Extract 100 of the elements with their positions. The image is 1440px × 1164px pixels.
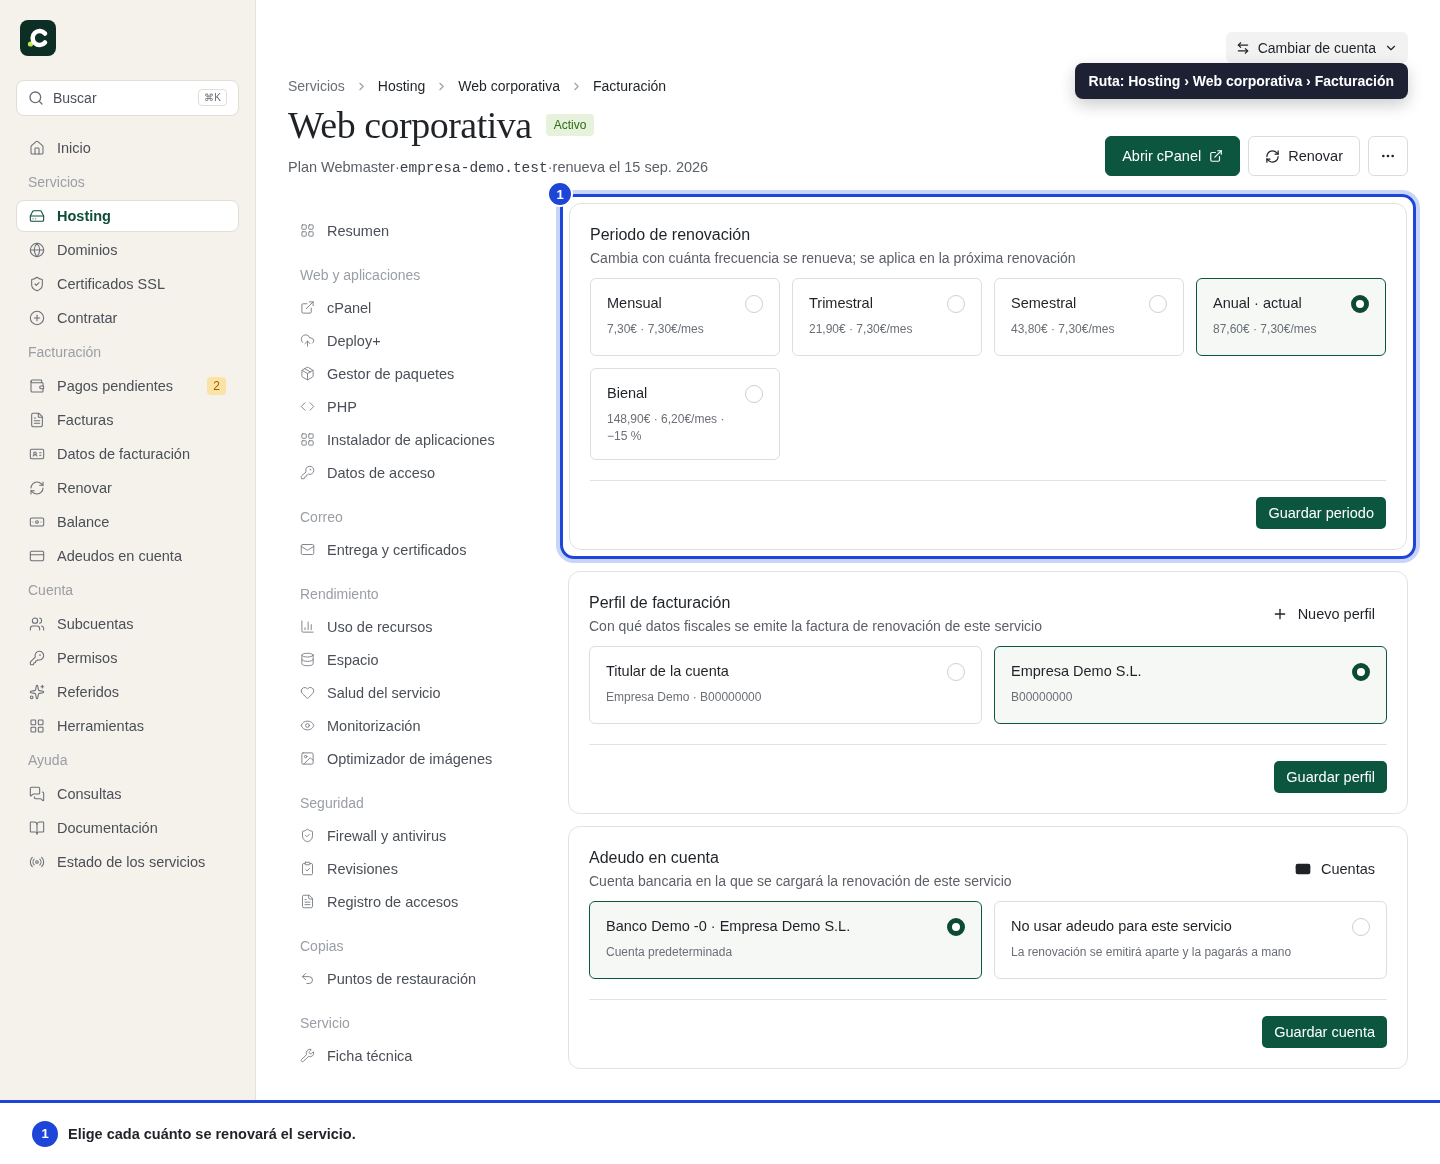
option-card[interactable]: Empresa Demo S.L. B00000000 <box>994 645 1387 724</box>
section-label: Servicio <box>299 1013 351 1033</box>
sidebar-item[interactable]: Pagos pendientes 2 <box>16 370 239 402</box>
save-button[interactable]: Guardar periodo <box>1256 496 1386 529</box>
refresh-icon <box>29 480 45 496</box>
tooltip: Ruta: Hosting › Web corporativa › Facturación <box>1074 63 1408 99</box>
sidebar-item[interactable]: Hosting <box>16 200 239 232</box>
new-profile-button[interactable]: Nuevo perfil <box>1259 601 1387 626</box>
subnav-link[interactable]: cPanel <box>288 291 552 324</box>
sidebar-item[interactable]: Consultas <box>16 778 239 810</box>
option-title: Bienal <box>607 385 649 401</box>
radio-button[interactable] <box>1351 295 1369 313</box>
item-label: Estado de los servicios <box>57 854 207 870</box>
option-card[interactable]: Mensual 7,30€ · 7,30€/mes <box>590 278 780 356</box>
breadcrumb-link[interactable]: Facturación <box>592 78 667 94</box>
save-button[interactable]: Guardar perfil <box>1274 760 1387 793</box>
section-label: Rendimiento <box>299 584 380 604</box>
more-button[interactable] <box>1368 136 1408 176</box>
option-title: Banco Demo ‑0 · Empresa Demo S.L. <box>606 917 851 934</box>
sidebar-item[interactable]: Certificados SSL <box>16 268 239 300</box>
external-link-icon <box>1209 149 1224 163</box>
sidebar-item[interactable]: Contratar <box>16 302 239 334</box>
sidebar-item[interactable]: Dominios <box>16 234 239 266</box>
book-icon <box>29 820 45 836</box>
subnav-link[interactable]: Uso de recursos <box>288 610 552 643</box>
option-card[interactable]: Banco Demo ‑0 · Empresa Demo S.L. Cuenta predeterminada <box>589 900 982 979</box>
sidebar-item[interactable]: Inicio <box>16 132 239 164</box>
option-detail: Empresa Demo · B00000000 <box>606 688 762 706</box>
option-card[interactable]: Trimestral 21,90€ · 7,30€/mes <box>792 278 982 356</box>
subnav-link[interactable]: Espacio <box>288 643 552 676</box>
grid-icon <box>29 718 45 734</box>
renew-button[interactable]: Renovar <box>1248 136 1360 176</box>
sidebar-item[interactable]: Balance <box>16 506 239 538</box>
item-label: Datos de facturación <box>57 446 191 462</box>
subnav-link[interactable]: Firewall y antivirus <box>288 819 552 852</box>
status-badge: Activo <box>545 114 595 136</box>
subnav-link[interactable]: Ficha técnica <box>288 1039 552 1072</box>
subnav-link[interactable]: PHP <box>288 390 552 423</box>
sidebar-item[interactable]: Herramientas <box>16 710 239 742</box>
option-card[interactable]: Semestral 43,80€ · 7,30€/mes <box>994 278 1184 356</box>
sidebar-item[interactable]: Datos de facturación <box>16 438 239 470</box>
subnav-link[interactable]: Registro de accesos <box>288 885 552 918</box>
card-icon <box>29 548 45 564</box>
code-icon <box>300 399 315 414</box>
mail-icon <box>300 542 315 557</box>
radio-button[interactable] <box>947 917 965 936</box>
sidebar-item[interactable]: Referidos <box>16 676 239 708</box>
sidebar-item[interactable]: Adeudos en cuenta <box>16 540 239 572</box>
item-label: Contratar <box>57 310 119 326</box>
subnav-link[interactable]: Resumen <box>288 214 552 247</box>
account-switch-button[interactable]: Cambiar de cuenta <box>1225 32 1408 63</box>
refresh-icon <box>1265 148 1281 164</box>
sidebar-item[interactable]: Estado de los servicios <box>16 846 239 878</box>
subnav-link[interactable]: Monitorización <box>288 709 552 742</box>
subnav-link[interactable]: Entrega y certificados <box>288 533 552 566</box>
breadcrumb-link[interactable]: Servicios <box>288 78 345 94</box>
breadcrumb-link[interactable]: Hosting <box>377 78 426 94</box>
subnav-link[interactable]: Salud del servicio <box>288 676 552 709</box>
section-label: Web y aplicaciones <box>299 265 422 285</box>
sidebar-item[interactable]: Documentación <box>16 812 239 844</box>
subnav-link[interactable]: Puntos de restauración <box>288 962 552 995</box>
subnav-link[interactable]: Revisiones <box>288 852 552 885</box>
item-label: Documentación <box>57 820 159 836</box>
option-card[interactable]: Bienal 148,90€ · 6,20€/mes · −15 % <box>590 368 780 460</box>
radio-button[interactable] <box>1352 662 1370 681</box>
subnav-link[interactable]: Gestor de paquetes <box>288 357 552 390</box>
subnav-link[interactable]: Instalador de aplicaciones <box>288 423 552 456</box>
wallet-icon <box>29 378 45 394</box>
grid-icon <box>300 223 315 238</box>
shield-icon <box>300 828 315 843</box>
service-summary: Plan Webmaster·empresa-demo.test·renueva el 15 sep. 2026 <box>288 159 709 176</box>
sidebar-item[interactable]: Facturas <box>16 404 239 436</box>
option-card[interactable]: Anual · actual 87,60€ · 7,30€/mes <box>1196 278 1386 356</box>
chart-icon <box>300 619 315 634</box>
subnav-link[interactable]: Deploy+ <box>288 324 552 357</box>
item-label: Hosting <box>57 208 112 224</box>
section-label: Copias <box>299 936 345 956</box>
save-button[interactable]: Guardar cuenta <box>1262 1015 1387 1048</box>
document-icon <box>300 894 315 909</box>
option-detail: B00000000 <box>1011 688 1074 706</box>
option-title: Mensual <box>607 295 663 311</box>
sidebar-item[interactable]: Subcuentas <box>16 608 239 640</box>
option-card[interactable]: No usar adeudo para este servicio La renovación se emitirá aparte y la pagarás a mano <box>994 900 1387 979</box>
home-icon <box>29 140 45 156</box>
option-detail: 148,90€ · 6,20€/mes · −15 % <box>607 411 726 445</box>
breadcrumb-link[interactable]: Web corporativa <box>458 78 560 94</box>
sidebar-item[interactable]: Renovar <box>16 472 239 504</box>
key-icon <box>29 650 45 666</box>
subnav-link[interactable]: Datos de acceso <box>288 456 552 489</box>
option-card[interactable]: Titular de la cuenta Empresa Demo · B00000000 <box>589 645 982 724</box>
option-detail: 87,60€ · 7,30€/mes <box>1213 321 1317 338</box>
accounts-button[interactable]: Cuentas <box>1283 856 1387 881</box>
open-cpanel-button[interactable]: Abrir cPanel <box>1105 136 1241 176</box>
drive-icon <box>29 208 45 224</box>
sidebar-item[interactable]: Permisos <box>16 642 239 674</box>
option-detail: Cuenta predeterminada <box>606 943 734 961</box>
option-title: Empresa Demo S.L. <box>1011 662 1142 679</box>
option-title: Semestral <box>1011 295 1078 311</box>
option-detail: 7,30€ · 7,30€/mes <box>607 321 704 338</box>
subnav-link[interactable]: Optimizador de imágenes <box>288 742 552 775</box>
